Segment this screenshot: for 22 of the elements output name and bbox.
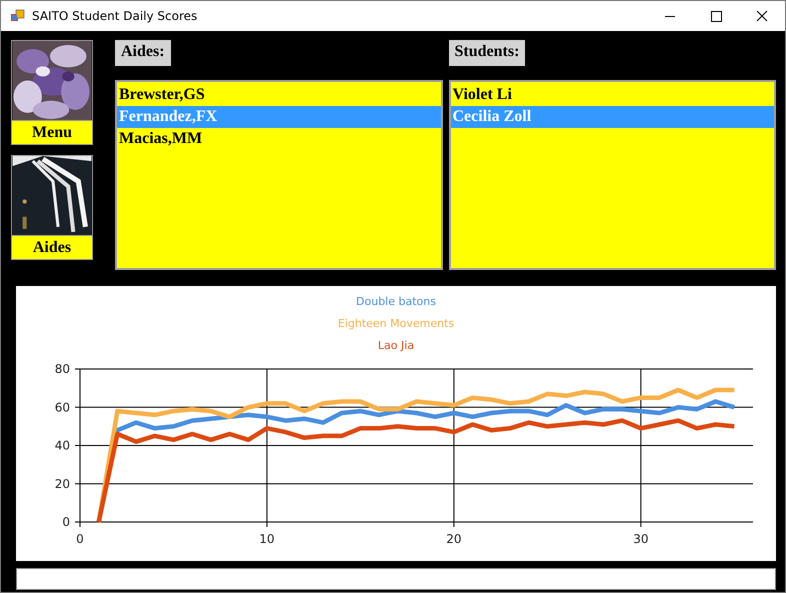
list-item[interactable]: Macias,MM — [117, 128, 440, 150]
x-tick-label: 10 — [259, 532, 275, 546]
list-item[interactable]: Violet Li — [450, 84, 774, 106]
list-label: Students: — [448, 40, 526, 66]
window-title: SAITO Student Daily Scores — [32, 9, 198, 23]
list-label: Aides: — [115, 40, 171, 66]
x-tick-label: 30 — [633, 532, 648, 546]
legend-label: Double batons — [356, 295, 436, 308]
y-tick-label: 20 — [54, 476, 70, 491]
status-field[interactable] — [16, 568, 776, 590]
y-tick-label: 80 — [54, 362, 70, 376]
legend-label: Eighteen Movements — [338, 317, 454, 330]
menu-button[interactable]: Menu — [12, 120, 92, 144]
list-item[interactable]: Brewster,GS — [117, 84, 440, 106]
y-tick-label: 0 — [62, 515, 70, 529]
x-tick-label: 20 — [446, 532, 462, 546]
y-tick-label: 40 — [54, 438, 70, 452]
app-icon — [10, 8, 26, 24]
x-tick-label: 0 — [76, 532, 84, 546]
y-tick-label: 60 — [54, 400, 70, 414]
legend-label: Lao Jia — [378, 339, 414, 352]
aides-button[interactable]: Aides — [12, 235, 92, 259]
